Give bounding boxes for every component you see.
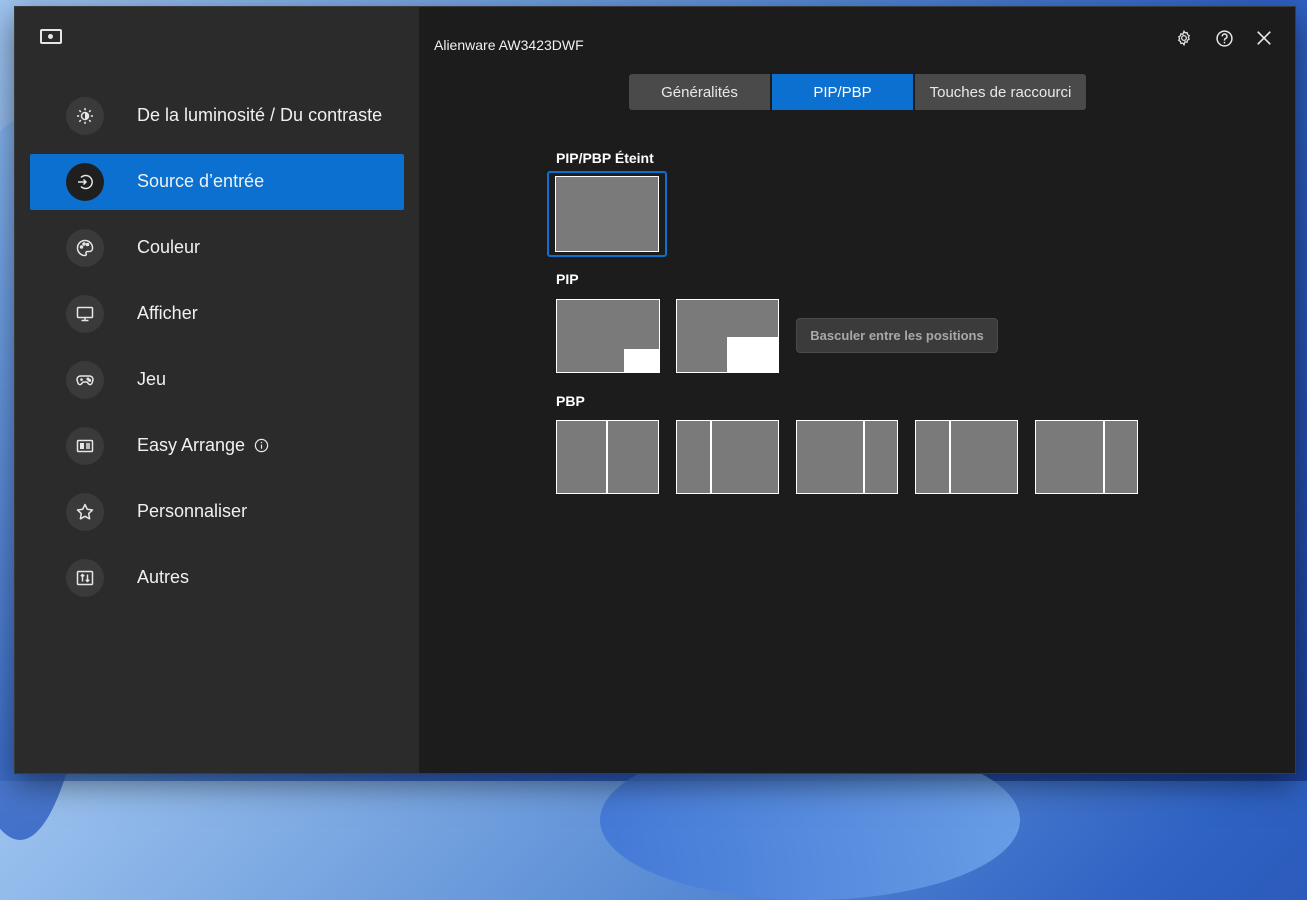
pip-inset bbox=[624, 349, 659, 372]
sidebar-item-color[interactable]: Couleur bbox=[30, 220, 404, 276]
tab-pip-pbp[interactable]: PIP/PBP bbox=[772, 74, 913, 110]
section-title-off: PIP/PBP Éteint bbox=[556, 150, 654, 166]
sidebar-item-label: Jeu bbox=[137, 369, 167, 389]
pip-layout-large[interactable] bbox=[676, 299, 779, 373]
sidebar-item-label: Autres bbox=[137, 567, 190, 587]
close-icon[interactable] bbox=[1253, 27, 1275, 49]
pbp-layout-5[interactable] bbox=[1035, 420, 1138, 494]
input-source-icon bbox=[66, 163, 104, 201]
pbp-divider bbox=[1103, 421, 1105, 493]
tab-shortcut-keys[interactable]: Touches de raccourci bbox=[915, 74, 1086, 110]
sidebar-item-label: Personnaliser bbox=[137, 501, 248, 521]
pip-pbp-off-option[interactable] bbox=[547, 171, 667, 257]
pbp-divider bbox=[949, 421, 951, 493]
pbp-layout-4[interactable] bbox=[915, 420, 1018, 494]
sidebar-nav: De la luminosité / Du contraste Source d… bbox=[30, 88, 404, 616]
others-icon bbox=[66, 559, 104, 597]
sidebar-item-label: Afficher bbox=[137, 303, 198, 323]
info-icon[interactable] bbox=[254, 438, 269, 453]
sidebar-item-easy-arrange[interactable]: Easy Arrange bbox=[30, 418, 404, 474]
pbp-divider bbox=[606, 421, 608, 493]
sidebar-item-input-source[interactable]: Source d’entrée bbox=[30, 154, 404, 210]
pip-layout-small[interactable] bbox=[556, 299, 660, 373]
sidebar-item-game[interactable]: Jeu bbox=[30, 352, 404, 408]
tab-general[interactable]: Généralités bbox=[629, 74, 770, 110]
easy-arrange-label: Easy Arrange bbox=[137, 435, 246, 455]
pbp-divider bbox=[710, 421, 712, 493]
pbp-divider bbox=[863, 421, 865, 493]
monitor-title: Alienware AW3423DWF bbox=[434, 37, 584, 53]
brightness-icon bbox=[66, 97, 104, 135]
gear-icon[interactable] bbox=[1173, 27, 1195, 49]
sidebar: De la luminosité / Du contraste Source d… bbox=[15, 7, 419, 773]
monitor-icon bbox=[66, 295, 104, 333]
palette-icon bbox=[66, 229, 104, 267]
app-logo-icon bbox=[40, 29, 62, 44]
easy-arrange-icon bbox=[66, 427, 104, 465]
pbp-layout-3[interactable] bbox=[796, 420, 898, 494]
switch-positions-button[interactable]: Basculer entre les positions bbox=[796, 318, 998, 353]
layout-full-preview bbox=[555, 176, 659, 252]
sidebar-item-label: Easy Arrange bbox=[137, 435, 269, 456]
main-panel: Alienware AW3423DWF Généralités PIP/PBP … bbox=[419, 7, 1295, 773]
pip-inset bbox=[727, 337, 778, 372]
gamepad-icon bbox=[66, 361, 104, 399]
app-window: De la luminosité / Du contraste Source d… bbox=[15, 7, 1295, 773]
star-icon bbox=[66, 493, 104, 531]
sidebar-item-label: Couleur bbox=[137, 237, 201, 257]
section-title-pbp: PBP bbox=[556, 393, 585, 409]
pbp-layout-1[interactable] bbox=[556, 420, 659, 494]
sidebar-item-brightness[interactable]: De la luminosité / Du contraste bbox=[30, 88, 404, 144]
sidebar-item-display[interactable]: Afficher bbox=[30, 286, 404, 342]
help-icon[interactable] bbox=[1213, 27, 1235, 49]
sidebar-item-others[interactable]: Autres bbox=[30, 550, 404, 606]
section-title-pip: PIP bbox=[556, 271, 579, 287]
pbp-layout-2[interactable] bbox=[676, 420, 779, 494]
sidebar-item-label: Source d’entrée bbox=[137, 171, 265, 191]
sidebar-item-label: De la luminosité / Du contraste bbox=[137, 105, 383, 125]
sidebar-item-personalize[interactable]: Personnaliser bbox=[30, 484, 404, 540]
tab-bar: Généralités PIP/PBP Touches de raccourci bbox=[629, 74, 1086, 110]
